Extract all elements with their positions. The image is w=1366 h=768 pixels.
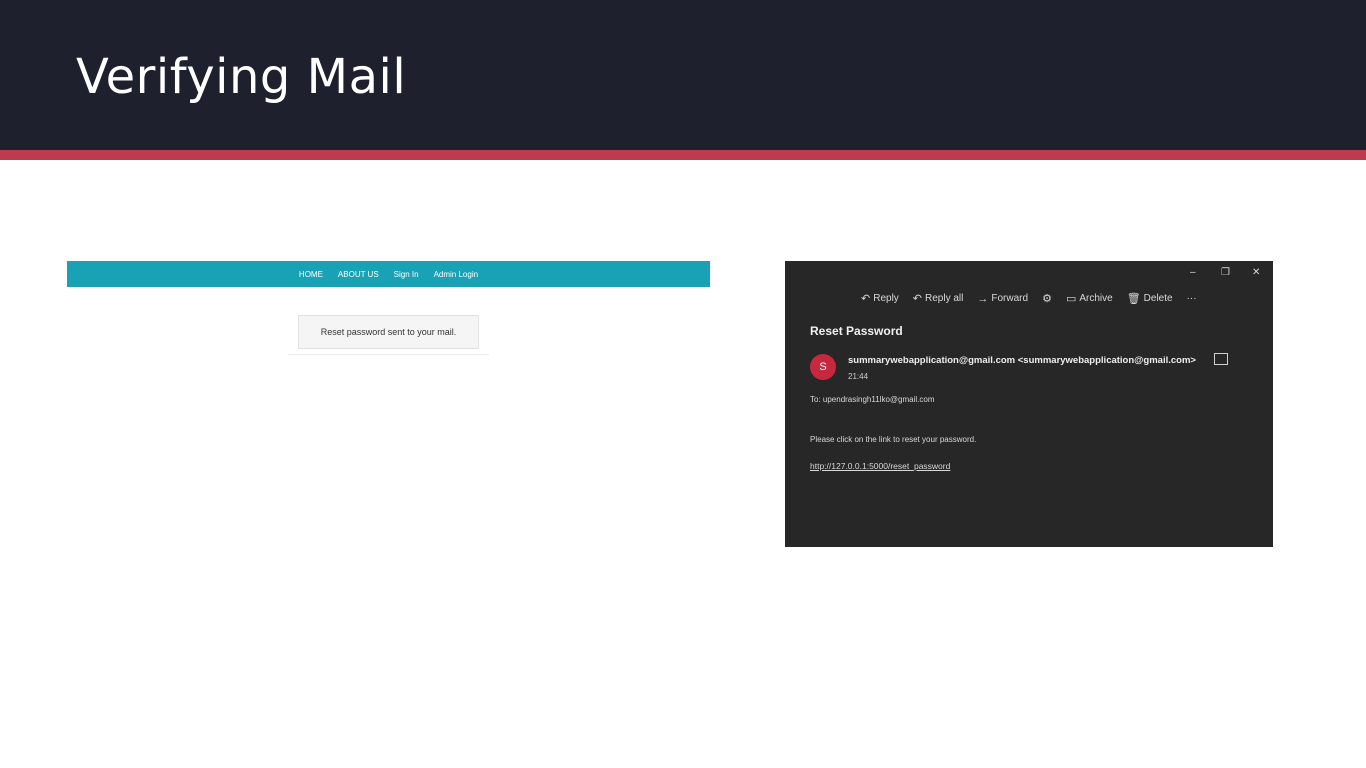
archive-button[interactable]: ▭ Archive bbox=[1066, 292, 1113, 305]
more-icon: ··· bbox=[1186, 293, 1197, 304]
mail-toolbar: ↶ Reply ↶ Reply all → Forward ⚙ ▭ Archiv… bbox=[861, 292, 1197, 306]
webapp-screenshot: HOME ABOUT US Sign In Admin Login Reset … bbox=[67, 261, 710, 371]
restore-icon[interactable]: ❐ bbox=[1221, 267, 1230, 278]
reply-button[interactable]: ↶ Reply bbox=[861, 292, 899, 305]
reply-all-icon: ↶ bbox=[912, 293, 923, 305]
mail-recipient: To: upendrasingh11lko@gmail.com bbox=[810, 395, 935, 404]
delete-button[interactable]: 🗑 Delete bbox=[1127, 292, 1173, 305]
flash-message: Reset password sent to your mail. bbox=[298, 315, 479, 349]
archive-icon: ▭ bbox=[1065, 293, 1077, 305]
more-button[interactable]: ··· bbox=[1187, 293, 1197, 304]
close-icon[interactable]: ✕ bbox=[1252, 267, 1260, 278]
nav-admin-login-link[interactable]: Admin Login bbox=[434, 270, 478, 279]
nav-signin-link[interactable]: Sign In bbox=[394, 270, 419, 279]
mail-screenshot: – ❐ ✕ ↶ Reply ↶ Reply all → Forward ⚙ ▭ … bbox=[785, 261, 1273, 547]
reply-icon: ↶ bbox=[861, 293, 871, 305]
divider bbox=[288, 354, 489, 355]
reply-all-button[interactable]: ↶ Reply all bbox=[913, 292, 964, 305]
gear-icon: ⚙ bbox=[1042, 293, 1052, 305]
minimize-icon[interactable]: – bbox=[1190, 267, 1196, 278]
trash-icon: 🗑 bbox=[1126, 293, 1141, 305]
reply-label: Reply bbox=[873, 293, 899, 304]
slide-header: Verifying Mail bbox=[0, 0, 1366, 150]
reset-password-link[interactable]: http://127.0.0.1:5000/reset_password bbox=[810, 461, 950, 471]
mail-sender: summarywebapplication@gmail.com <summary… bbox=[848, 355, 1196, 366]
forward-icon: → bbox=[977, 292, 989, 305]
mail-body: Please click on the link to reset your p… bbox=[810, 435, 977, 444]
accent-bar bbox=[0, 150, 1366, 160]
forward-button[interactable]: → Forward bbox=[977, 293, 1028, 305]
delete-label: Delete bbox=[1143, 293, 1173, 304]
open-in-window-icon[interactable] bbox=[1214, 353, 1228, 365]
nav-about-link[interactable]: ABOUT US bbox=[338, 270, 379, 279]
nav-home-link[interactable]: HOME bbox=[299, 270, 323, 279]
settings-button[interactable]: ⚙ bbox=[1042, 292, 1052, 305]
mail-subject: Reset Password bbox=[810, 324, 903, 338]
mail-time: 21:44 bbox=[848, 372, 869, 381]
slide-title: Verifying Mail bbox=[76, 49, 407, 105]
avatar: S bbox=[810, 354, 836, 380]
archive-label: Archive bbox=[1079, 293, 1113, 304]
reply-all-label: Reply all bbox=[925, 293, 964, 304]
forward-label: Forward bbox=[991, 293, 1029, 304]
webapp-navbar: HOME ABOUT US Sign In Admin Login bbox=[67, 261, 710, 287]
